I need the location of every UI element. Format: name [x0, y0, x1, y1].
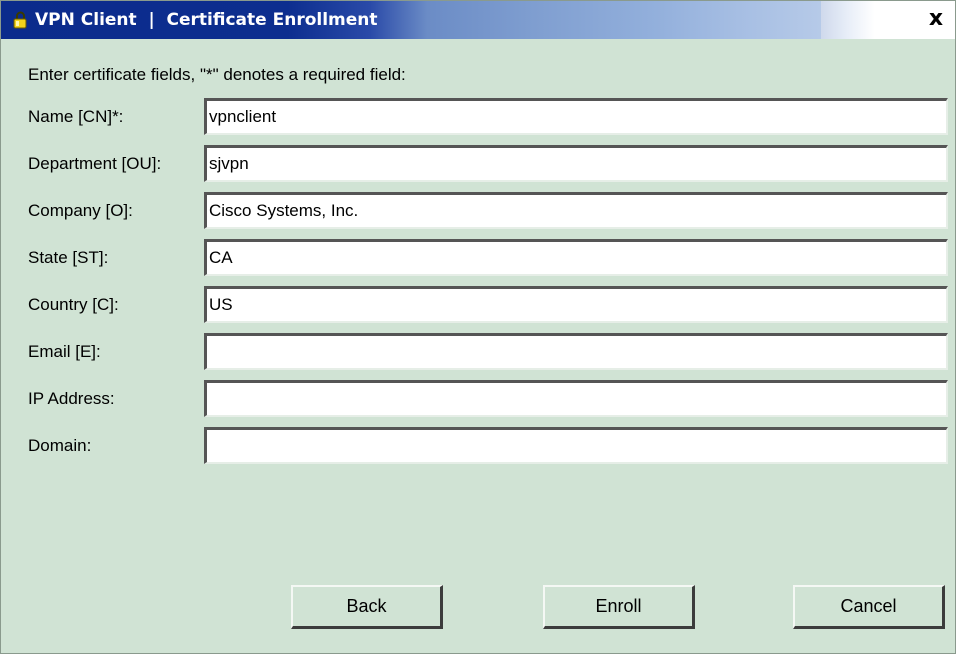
email-field[interactable] [204, 333, 948, 370]
window-title: VPN Client | Certificate Enrollment [35, 10, 378, 30]
certificate-enrollment-window: VPN Client | Certificate Enrollment x En… [0, 0, 956, 654]
ip-address-label: IP Address: [28, 389, 115, 408]
country-label: Country [C]: [28, 295, 119, 314]
state-label: State [ST]: [28, 248, 109, 267]
ip-address-field[interactable] [204, 380, 948, 417]
state-field[interactable] [204, 239, 948, 276]
name-field[interactable] [204, 98, 948, 135]
padlock-icon [11, 11, 29, 29]
domain-label: Domain: [28, 436, 92, 455]
department-label: Department [OU]: [28, 154, 162, 173]
email-label: Email [E]: [28, 342, 101, 361]
cancel-button[interactable]: Cancel [793, 585, 945, 629]
department-field[interactable] [204, 145, 948, 182]
instructions-text: Enter certificate fields, "*" denotes a … [28, 65, 406, 84]
close-icon[interactable]: x [925, 8, 947, 31]
back-button[interactable]: Back [291, 585, 443, 629]
company-field[interactable] [204, 192, 948, 229]
title-bar: VPN Client | Certificate Enrollment x [1, 1, 955, 39]
name-label: Name [CN]*: [28, 107, 124, 126]
enroll-button[interactable]: Enroll [543, 585, 695, 629]
country-field[interactable] [204, 286, 948, 323]
domain-field[interactable] [204, 427, 948, 464]
company-label: Company [O]: [28, 201, 133, 220]
